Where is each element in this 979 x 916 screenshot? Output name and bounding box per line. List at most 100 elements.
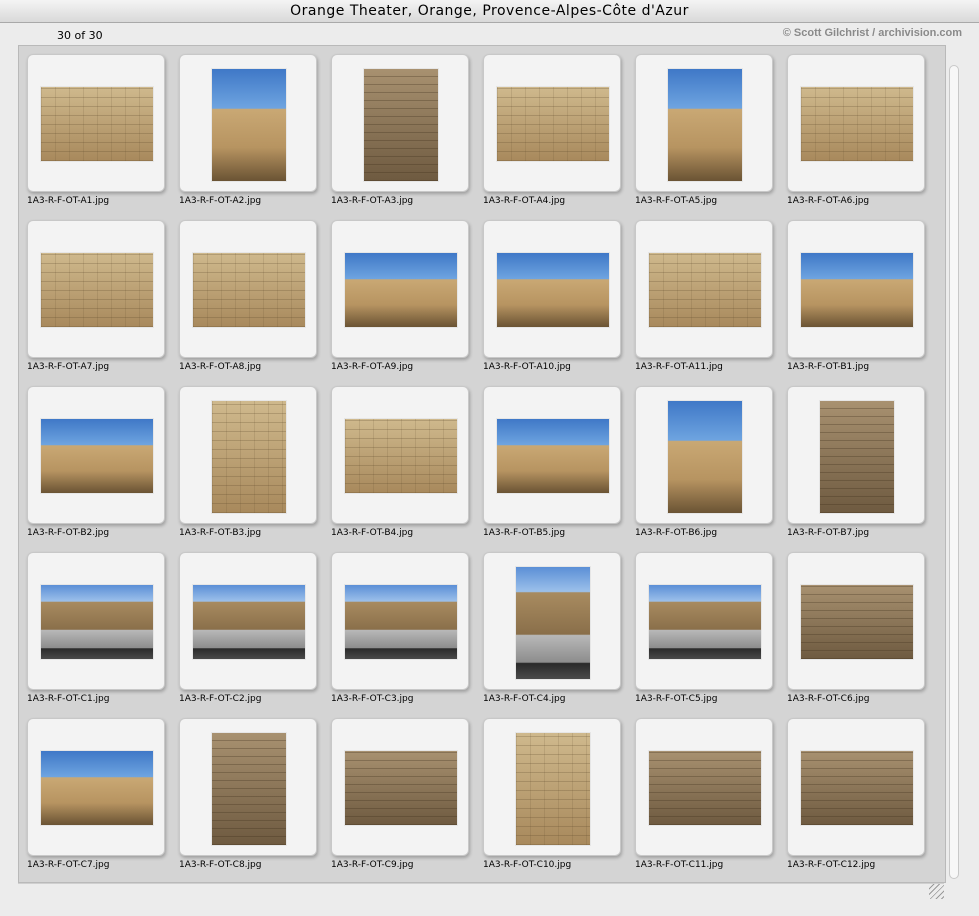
thumbnail-grid: 1A3-R-F-OT-A1.jpg 1A3-R-F-OT-A2.jpg 1A3-R-… xyxy=(18,45,946,883)
thumbnail-image[interactable] xyxy=(193,253,305,327)
thumbnail-image[interactable] xyxy=(345,253,457,327)
slide-frame[interactable] xyxy=(483,386,621,524)
thumbnail-image[interactable] xyxy=(345,419,457,493)
thumbnail-image[interactable] xyxy=(212,69,286,181)
slide-frame[interactable] xyxy=(483,54,621,192)
thumbnail-image[interactable] xyxy=(516,567,590,679)
thumbnail-image[interactable] xyxy=(41,419,153,493)
thumbnail-item[interactable]: 1A3-R-F-OT-C2.jpg xyxy=(171,544,317,704)
slide-frame[interactable] xyxy=(635,552,773,690)
thumbnail-image[interactable] xyxy=(41,87,153,161)
thumbnail-item[interactable]: 1A3-R-F-OT-A3.jpg xyxy=(323,46,469,206)
slide-frame[interactable] xyxy=(179,220,317,358)
thumbnail-item[interactable]: 1A3-R-F-OT-B4.jpg xyxy=(323,378,469,538)
thumbnail-item[interactable]: 1A3-R-F-OT-C9.jpg xyxy=(323,710,469,870)
horizontal-scrollbar[interactable] xyxy=(18,883,944,899)
thumbnail-image[interactable] xyxy=(41,751,153,825)
thumbnail-image[interactable] xyxy=(364,69,438,181)
thumbnail-item[interactable]: 1A3-R-F-OT-C4.jpg xyxy=(475,544,621,704)
thumbnail-image[interactable] xyxy=(345,751,457,825)
slide-frame[interactable] xyxy=(483,552,621,690)
thumbnail-item[interactable]: 1A3-R-F-OT-B6.jpg xyxy=(627,378,773,538)
thumbnail-filename: 1A3-R-F-OT-A7.jpg xyxy=(27,362,110,372)
thumbnail-image[interactable] xyxy=(212,733,286,845)
slide-frame[interactable] xyxy=(27,386,165,524)
slide-frame[interactable] xyxy=(635,718,773,856)
slide-frame[interactable] xyxy=(27,220,165,358)
scroll-thumb[interactable] xyxy=(949,65,959,879)
slide-frame[interactable] xyxy=(787,386,925,524)
slide-frame[interactable] xyxy=(635,220,773,358)
thumbnail-item[interactable]: 1A3-R-F-OT-C6.jpg xyxy=(779,544,925,704)
thumbnail-item[interactable]: 1A3-R-F-OT-B3.jpg xyxy=(171,378,317,538)
resize-grip-icon[interactable] xyxy=(929,884,944,899)
slide-frame[interactable] xyxy=(635,54,773,192)
thumbnail-item[interactable]: 1A3-R-F-OT-C11.jpg xyxy=(627,710,773,870)
slide-frame[interactable] xyxy=(483,718,621,856)
slide-frame[interactable] xyxy=(483,220,621,358)
thumbnail-item[interactable]: 1A3-R-F-OT-C3.jpg xyxy=(323,544,469,704)
thumbnail-image[interactable] xyxy=(801,253,913,327)
thumbnail-image[interactable] xyxy=(668,69,742,181)
thumbnail-item[interactable]: 1A3-R-F-OT-C12.jpg xyxy=(779,710,925,870)
slide-frame[interactable] xyxy=(787,718,925,856)
thumbnail-image[interactable] xyxy=(497,419,609,493)
thumbnail-image[interactable] xyxy=(193,585,305,659)
slide-frame[interactable] xyxy=(179,386,317,524)
thumbnail-image[interactable] xyxy=(649,253,761,327)
thumbnail-filename: 1A3-R-F-OT-B3.jpg xyxy=(179,528,262,538)
thumbnail-item[interactable]: 1A3-R-F-OT-A5.jpg xyxy=(627,46,773,206)
thumbnail-item[interactable]: 1A3-R-F-OT-A11.jpg xyxy=(627,212,773,372)
slide-frame[interactable] xyxy=(331,718,469,856)
thumbnail-image[interactable] xyxy=(212,401,286,513)
thumbnail-item[interactable]: 1A3-R-F-OT-B5.jpg xyxy=(475,378,621,538)
thumbnail-image[interactable] xyxy=(345,585,457,659)
vertical-scrollbar[interactable] xyxy=(946,47,962,881)
thumbnail-image[interactable] xyxy=(801,751,913,825)
thumbnail-image[interactable] xyxy=(801,87,913,161)
slide-frame[interactable] xyxy=(27,718,165,856)
thumbnail-image[interactable] xyxy=(649,585,761,659)
slide-frame[interactable] xyxy=(179,718,317,856)
slide-frame[interactable] xyxy=(27,552,165,690)
slide-frame[interactable] xyxy=(787,552,925,690)
thumbnail-image[interactable] xyxy=(497,87,609,161)
thumbnail-item[interactable]: 1A3-R-F-OT-B1.jpg xyxy=(779,212,925,372)
thumbnail-image[interactable] xyxy=(41,253,153,327)
thumbnail-image[interactable] xyxy=(649,751,761,825)
thumbnail-image[interactable] xyxy=(801,585,913,659)
thumbnail-item[interactable]: 1A3-R-F-OT-C1.jpg xyxy=(19,544,165,704)
slide-frame[interactable] xyxy=(27,54,165,192)
thumbnail-item[interactable]: 1A3-R-F-OT-C5.jpg xyxy=(627,544,773,704)
slide-frame[interactable] xyxy=(179,54,317,192)
thumbnail-item[interactable]: 1A3-R-F-OT-A10.jpg xyxy=(475,212,621,372)
thumbnail-filename: 1A3-R-F-OT-C1.jpg xyxy=(27,694,110,704)
thumbnail-image[interactable] xyxy=(516,733,590,845)
slide-frame[interactable] xyxy=(331,552,469,690)
thumbnail-item[interactable]: 1A3-R-F-OT-C8.jpg xyxy=(171,710,317,870)
slide-frame[interactable] xyxy=(331,220,469,358)
thumbnail-image[interactable] xyxy=(820,401,894,513)
thumbnail-item[interactable]: 1A3-R-F-OT-A1.jpg xyxy=(19,46,165,206)
slide-frame[interactable] xyxy=(787,54,925,192)
slide-frame[interactable] xyxy=(331,54,469,192)
slide-frame[interactable] xyxy=(331,386,469,524)
thumbnail-item[interactable]: 1A3-R-F-OT-A6.jpg xyxy=(779,46,925,206)
thumbnail-filename: 1A3-R-F-OT-A5.jpg xyxy=(635,196,718,206)
thumbnail-image[interactable] xyxy=(41,585,153,659)
thumbnail-item[interactable]: 1A3-R-F-OT-A2.jpg xyxy=(171,46,317,206)
thumbnail-item[interactable]: 1A3-R-F-OT-C10.jpg xyxy=(475,710,621,870)
slide-frame[interactable] xyxy=(635,386,773,524)
thumbnail-item[interactable]: 1A3-R-F-OT-C7.jpg xyxy=(19,710,165,870)
thumbnail-image[interactable] xyxy=(497,253,609,327)
thumbnail-filename: 1A3-R-F-OT-B7.jpg xyxy=(787,528,870,538)
thumbnail-item[interactable]: 1A3-R-F-OT-A9.jpg xyxy=(323,212,469,372)
thumbnail-image[interactable] xyxy=(668,401,742,513)
slide-frame[interactable] xyxy=(179,552,317,690)
thumbnail-item[interactable]: 1A3-R-F-OT-A4.jpg xyxy=(475,46,621,206)
thumbnail-item[interactable]: 1A3-R-F-OT-A8.jpg xyxy=(171,212,317,372)
thumbnail-item[interactable]: 1A3-R-F-OT-B7.jpg xyxy=(779,378,925,538)
slide-frame[interactable] xyxy=(787,220,925,358)
thumbnail-item[interactable]: 1A3-R-F-OT-B2.jpg xyxy=(19,378,165,538)
thumbnail-item[interactable]: 1A3-R-F-OT-A7.jpg xyxy=(19,212,165,372)
